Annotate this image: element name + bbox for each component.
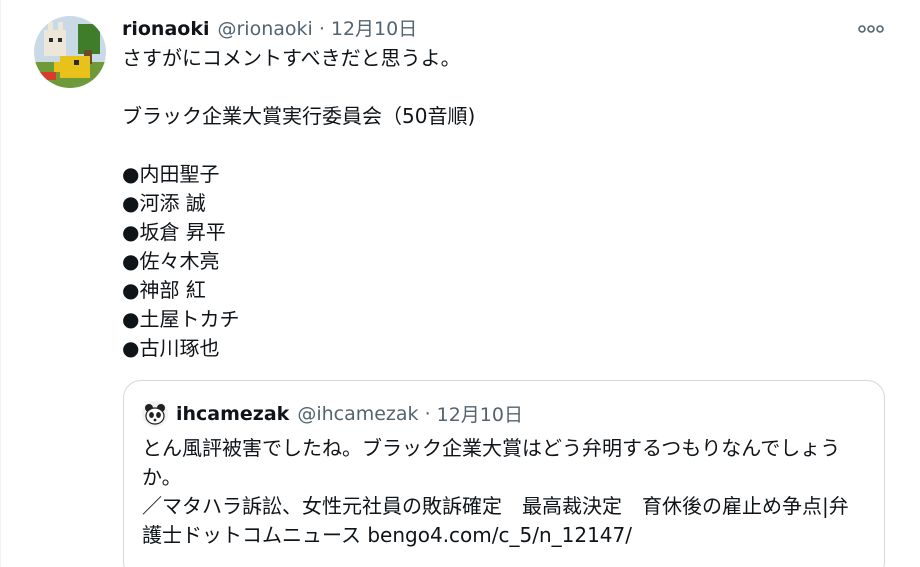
tweet-text: さすがにコメントすべきだと思うよ。 ブラック企業大賞実行委員会（50音順) ●内… [122, 46, 476, 360]
quoted-display-name: ihcamezak [176, 402, 290, 425]
avatar[interactable] [34, 16, 106, 88]
tweet-date[interactable]: 12月10日 [331, 14, 417, 41]
quoted-tweet-date: 12月10日 [436, 404, 523, 426]
display-name[interactable]: rionaoki [122, 18, 210, 40]
more-options-button[interactable] [854, 20, 888, 38]
quoted-avatar [142, 400, 168, 427]
tweet-card[interactable]: rionaoki @rionaoki · 12月10日 さすがにコメントすべきだ… [0, 0, 920, 567]
avatar-image [34, 16, 106, 88]
more-horizontal-icon [858, 25, 884, 33]
quoted-tweet[interactable]: ihcamezak @ihcamezak · 12月10日 とん風評被害でしたね… [123, 380, 885, 567]
quoted-tweet-header: ihcamezak @ihcamezak · 12月10日 [142, 400, 523, 427]
user-handle[interactable]: @rionaoki [218, 18, 313, 40]
quoted-user-handle: @ihcamezak [297, 402, 419, 425]
separator-dot: · [318, 18, 325, 40]
quoted-tweet-text: とん風評被害でしたね。ブラック企業大賞はどう弁明するつもりなんでしょうか。 ／マ… [142, 436, 849, 547]
panda-avatar-icon [142, 400, 168, 427]
tweet-header: rionaoki @rionaoki · 12月10日 [122, 14, 417, 41]
quoted-separator-dot: · [424, 402, 431, 425]
